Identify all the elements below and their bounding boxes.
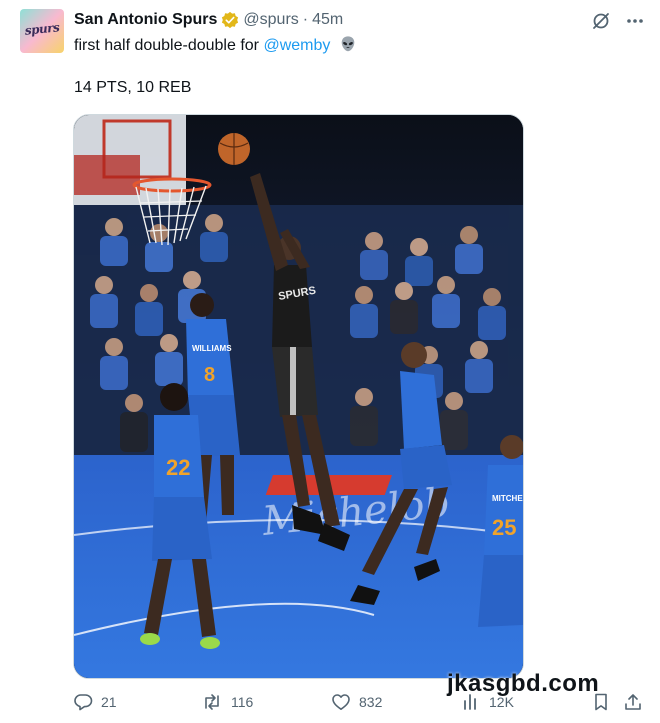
reply-count: 21 — [101, 694, 117, 710]
jersey-number-8: 8 — [204, 364, 215, 386]
grok-icon[interactable] — [590, 10, 612, 32]
watermark-text: jkasgbd.com — [447, 670, 600, 697]
like-button[interactable]: 832 — [331, 692, 382, 712]
like-count: 832 — [359, 694, 383, 710]
share-icon — [625, 694, 641, 710]
like-icon — [332, 694, 350, 710]
tweet-text-main: first half double-double for — [74, 37, 264, 54]
separator-dot: · — [302, 11, 309, 28]
alien-emoji-icon — [341, 36, 355, 52]
repost-button[interactable]: 116 — [201, 692, 253, 712]
verified-badge-icon — [222, 11, 239, 29]
share-button[interactable] — [623, 692, 643, 712]
reply-icon — [74, 694, 93, 711]
jersey-name-mitchell: MITCHELL — [492, 494, 523, 503]
tweet-text: first half double-double for @wemby — [74, 35, 357, 56]
mention-link[interactable]: @wemby — [263, 37, 330, 54]
tweet-top-actions — [590, 10, 646, 32]
author-name[interactable]: San Antonio Spurs — [74, 11, 217, 29]
avatar-logo: spurs — [24, 20, 60, 38]
tweet-stats-text: 14 PTS, 10 REB — [74, 79, 192, 96]
repost-icon — [205, 694, 219, 710]
author-handle[interactable]: @spurs — [243, 11, 298, 29]
repost-count: 116 — [231, 694, 254, 710]
timestamp[interactable]: 45m — [312, 11, 343, 29]
jersey-number-25: 25 — [492, 515, 516, 540]
tweet-photo[interactable]: Michelob SPURS WILLIAMS 8 22 MITCHE 25 — [73, 114, 524, 679]
more-icon[interactable] — [624, 10, 646, 32]
tweet-header: San Antonio Spurs @spurs · 45m — [74, 10, 343, 30]
basketball-photo: Michelob SPURS WILLIAMS 8 22 MITCHE 25 — [74, 115, 523, 678]
avatar[interactable]: spurs — [20, 9, 64, 53]
reply-button[interactable]: 21 — [73, 692, 117, 712]
jersey-name-williams: WILLIAMS — [192, 344, 232, 353]
tweet-card[interactable]: spurs San Antonio Spurs @spurs · 45m fir… — [0, 0, 660, 723]
jersey-number-22: 22 — [166, 455, 190, 480]
